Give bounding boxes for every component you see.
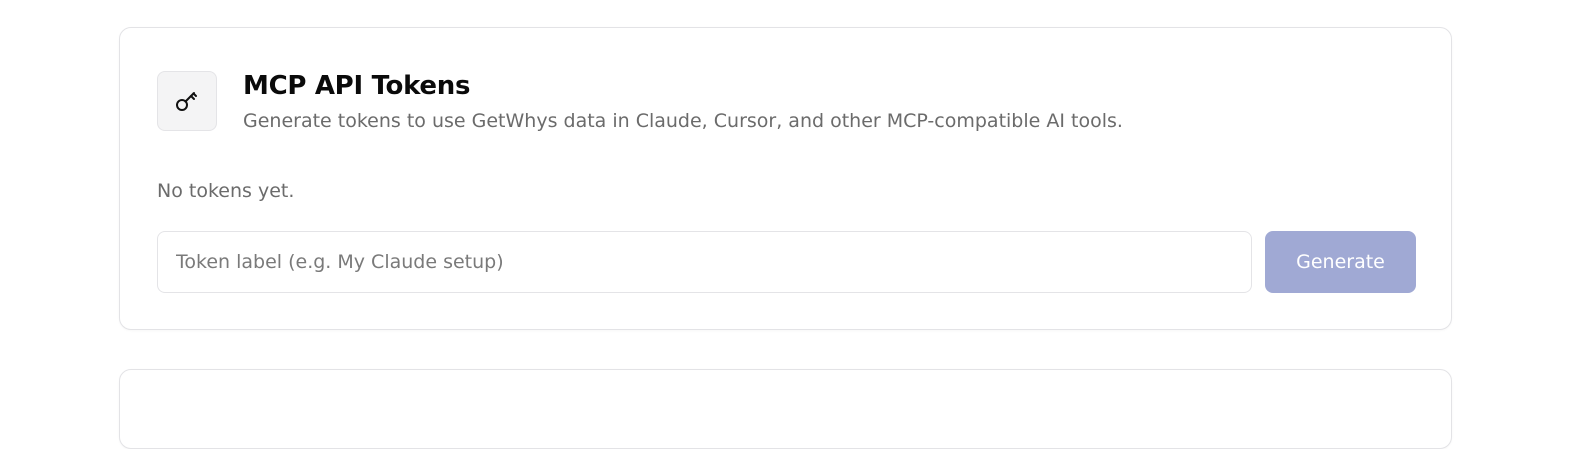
- card-title: MCP API Tokens: [243, 71, 471, 101]
- mcp-tokens-card: MCP API Tokens Generate tokens to use Ge…: [119, 27, 1452, 330]
- key-icon-box: [157, 71, 217, 131]
- generate-button[interactable]: Generate: [1265, 231, 1416, 293]
- empty-state-text: No tokens yet.: [157, 180, 295, 202]
- token-label-input[interactable]: [157, 231, 1252, 293]
- card-header: MCP API Tokens Generate tokens to use Ge…: [157, 71, 1123, 133]
- key-icon: [176, 92, 197, 111]
- header-text: MCP API Tokens Generate tokens to use Ge…: [243, 71, 1123, 133]
- card-subtitle: Generate tokens to use GetWhys data in C…: [243, 110, 1123, 132]
- next-card: [119, 369, 1452, 449]
